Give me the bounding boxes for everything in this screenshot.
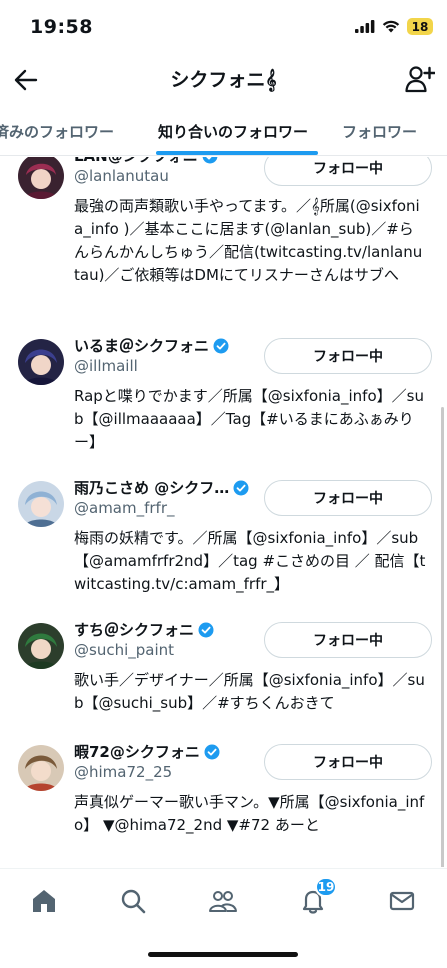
- verified-badge-icon: [202, 157, 218, 163]
- list-item[interactable]: 暇72@シクフォニ @hima72_25 フォロー中 声真似ゲーマー歌い手マン。…: [0, 741, 447, 867]
- mail-icon: [389, 891, 415, 911]
- user-name: 雨乃こさめ @シクフ…: [74, 479, 230, 497]
- user-bio: 最強の両声類歌い手やってます。／𝄞所属(@sixfonia_info )／基本こ…: [74, 197, 423, 284]
- avatar[interactable]: [18, 623, 64, 669]
- home-icon: [33, 890, 55, 912]
- page-title: シクフォニ𝄞: [170, 69, 277, 91]
- avatar[interactable]: [18, 339, 64, 385]
- verified-badge-icon: [204, 744, 220, 759]
- user-handle: @amam_frfr_: [74, 499, 175, 517]
- user-handle: @suchi_paint: [74, 641, 175, 659]
- list-item[interactable]: LAN@シクフォニ @lanlanutau フォロー中 最強の両声類歌い手やって…: [0, 157, 447, 295]
- following-button[interactable]: フォロー中: [264, 157, 432, 186]
- verified-badge-icon: [233, 480, 249, 495]
- nav-communities[interactable]: [205, 883, 241, 919]
- signal-icon: [355, 20, 375, 33]
- following-button[interactable]: フォロー中: [264, 622, 432, 658]
- list-item[interactable]: すち＠シクフォニ @suchi_paint フォロー中 歌い手／デザイナー／所属…: [0, 619, 447, 719]
- user-handle: @illmaill: [74, 357, 138, 375]
- following-button[interactable]: フォロー中: [264, 480, 432, 516]
- active-tab-indicator: [156, 151, 318, 155]
- nav-messages[interactable]: [384, 883, 420, 919]
- list-item[interactable]: 雨乃こさめ @シクフ… @amam_frfr_ フォロー中 梅雨の妖精です。／所…: [0, 477, 447, 597]
- avatar-image: [18, 481, 64, 527]
- user-bio: 歌い手／デザイナー／所属【@sixfonia_info】／sub【@suchi_…: [74, 671, 425, 712]
- follower-list: LAN@シクフォニ @lanlanutau フォロー中 最強の両声類歌い手やって…: [0, 157, 447, 867]
- user-name: すち＠シクフォニ: [74, 621, 195, 639]
- user-name-row: いるま＠シクフォニ: [74, 335, 229, 356]
- battery-indicator: 18: [407, 18, 433, 35]
- user-name-row: 雨乃こさめ @シクフ…: [74, 477, 249, 498]
- following-button[interactable]: フォロー中: [264, 744, 432, 780]
- user-bio: 声真似ゲーマー歌い手マン。▼所属【@sixfonia_info】 ▼@hima7…: [74, 793, 425, 834]
- avatar-image: [18, 339, 64, 385]
- nav-notifications[interactable]: 19: [295, 877, 337, 919]
- user-bio: Rapと喋りでかます／所属【@sixfonia_info】／sub【@illma…: [74, 387, 424, 451]
- search-icon: [121, 889, 146, 914]
- add-follow-button[interactable]: [403, 62, 437, 96]
- nav-home[interactable]: [26, 883, 62, 919]
- wifi-icon: [382, 20, 400, 33]
- nav-search[interactable]: [115, 883, 151, 919]
- user-name-row: LAN@シクフォニ: [74, 157, 218, 166]
- avatar[interactable]: [18, 157, 64, 199]
- user-name: いるま＠シクフォニ: [74, 337, 210, 355]
- following-button[interactable]: フォロー中: [264, 338, 432, 374]
- list-item[interactable]: いるま＠シクフォニ @illmaill フォロー中 Rapと喋りでかます／所属【…: [0, 335, 447, 455]
- scrollbar[interactable]: [441, 407, 444, 867]
- user-bio: 梅雨の妖精です。／所属【@sixfonia_info】／sub【@amamfrf…: [74, 529, 426, 593]
- person-add-icon: [405, 66, 435, 93]
- home-indicator: [148, 952, 298, 957]
- avatar[interactable]: [18, 481, 64, 527]
- verified-badge-icon: [213, 338, 229, 353]
- tab-followers[interactable]: フォロワー: [342, 121, 417, 142]
- tab-known-followers[interactable]: 知り合いのフォロワー: [158, 121, 308, 142]
- user-handle: @lanlanutau: [74, 167, 169, 185]
- avatar[interactable]: [18, 745, 64, 791]
- user-name-row: すち＠シクフォニ: [74, 619, 214, 640]
- status-bar: 19:58 18: [0, 0, 447, 54]
- user-handle: @hima72_25: [74, 763, 173, 781]
- communities-icon: [209, 891, 237, 912]
- notification-badge: 19: [315, 877, 337, 897]
- user-name: LAN@シクフォニ: [74, 157, 198, 166]
- header: シクフォニ𝄞: [0, 54, 447, 106]
- tab-bar: 済みのフォロワー 知り合いのフォロワー フォロワー: [0, 106, 447, 156]
- verified-badge-icon: [198, 622, 214, 637]
- avatar-image: [18, 745, 64, 791]
- user-name: 暇72@シクフォニ: [74, 743, 200, 761]
- tab-verified-followers[interactable]: 済みのフォロワー: [0, 121, 114, 142]
- status-time: 19:58: [30, 16, 93, 38]
- status-icons: 18: [355, 18, 433, 35]
- avatar-image: [18, 157, 64, 199]
- avatar-image: [18, 623, 64, 669]
- user-name-row: 暇72@シクフォニ: [74, 741, 220, 762]
